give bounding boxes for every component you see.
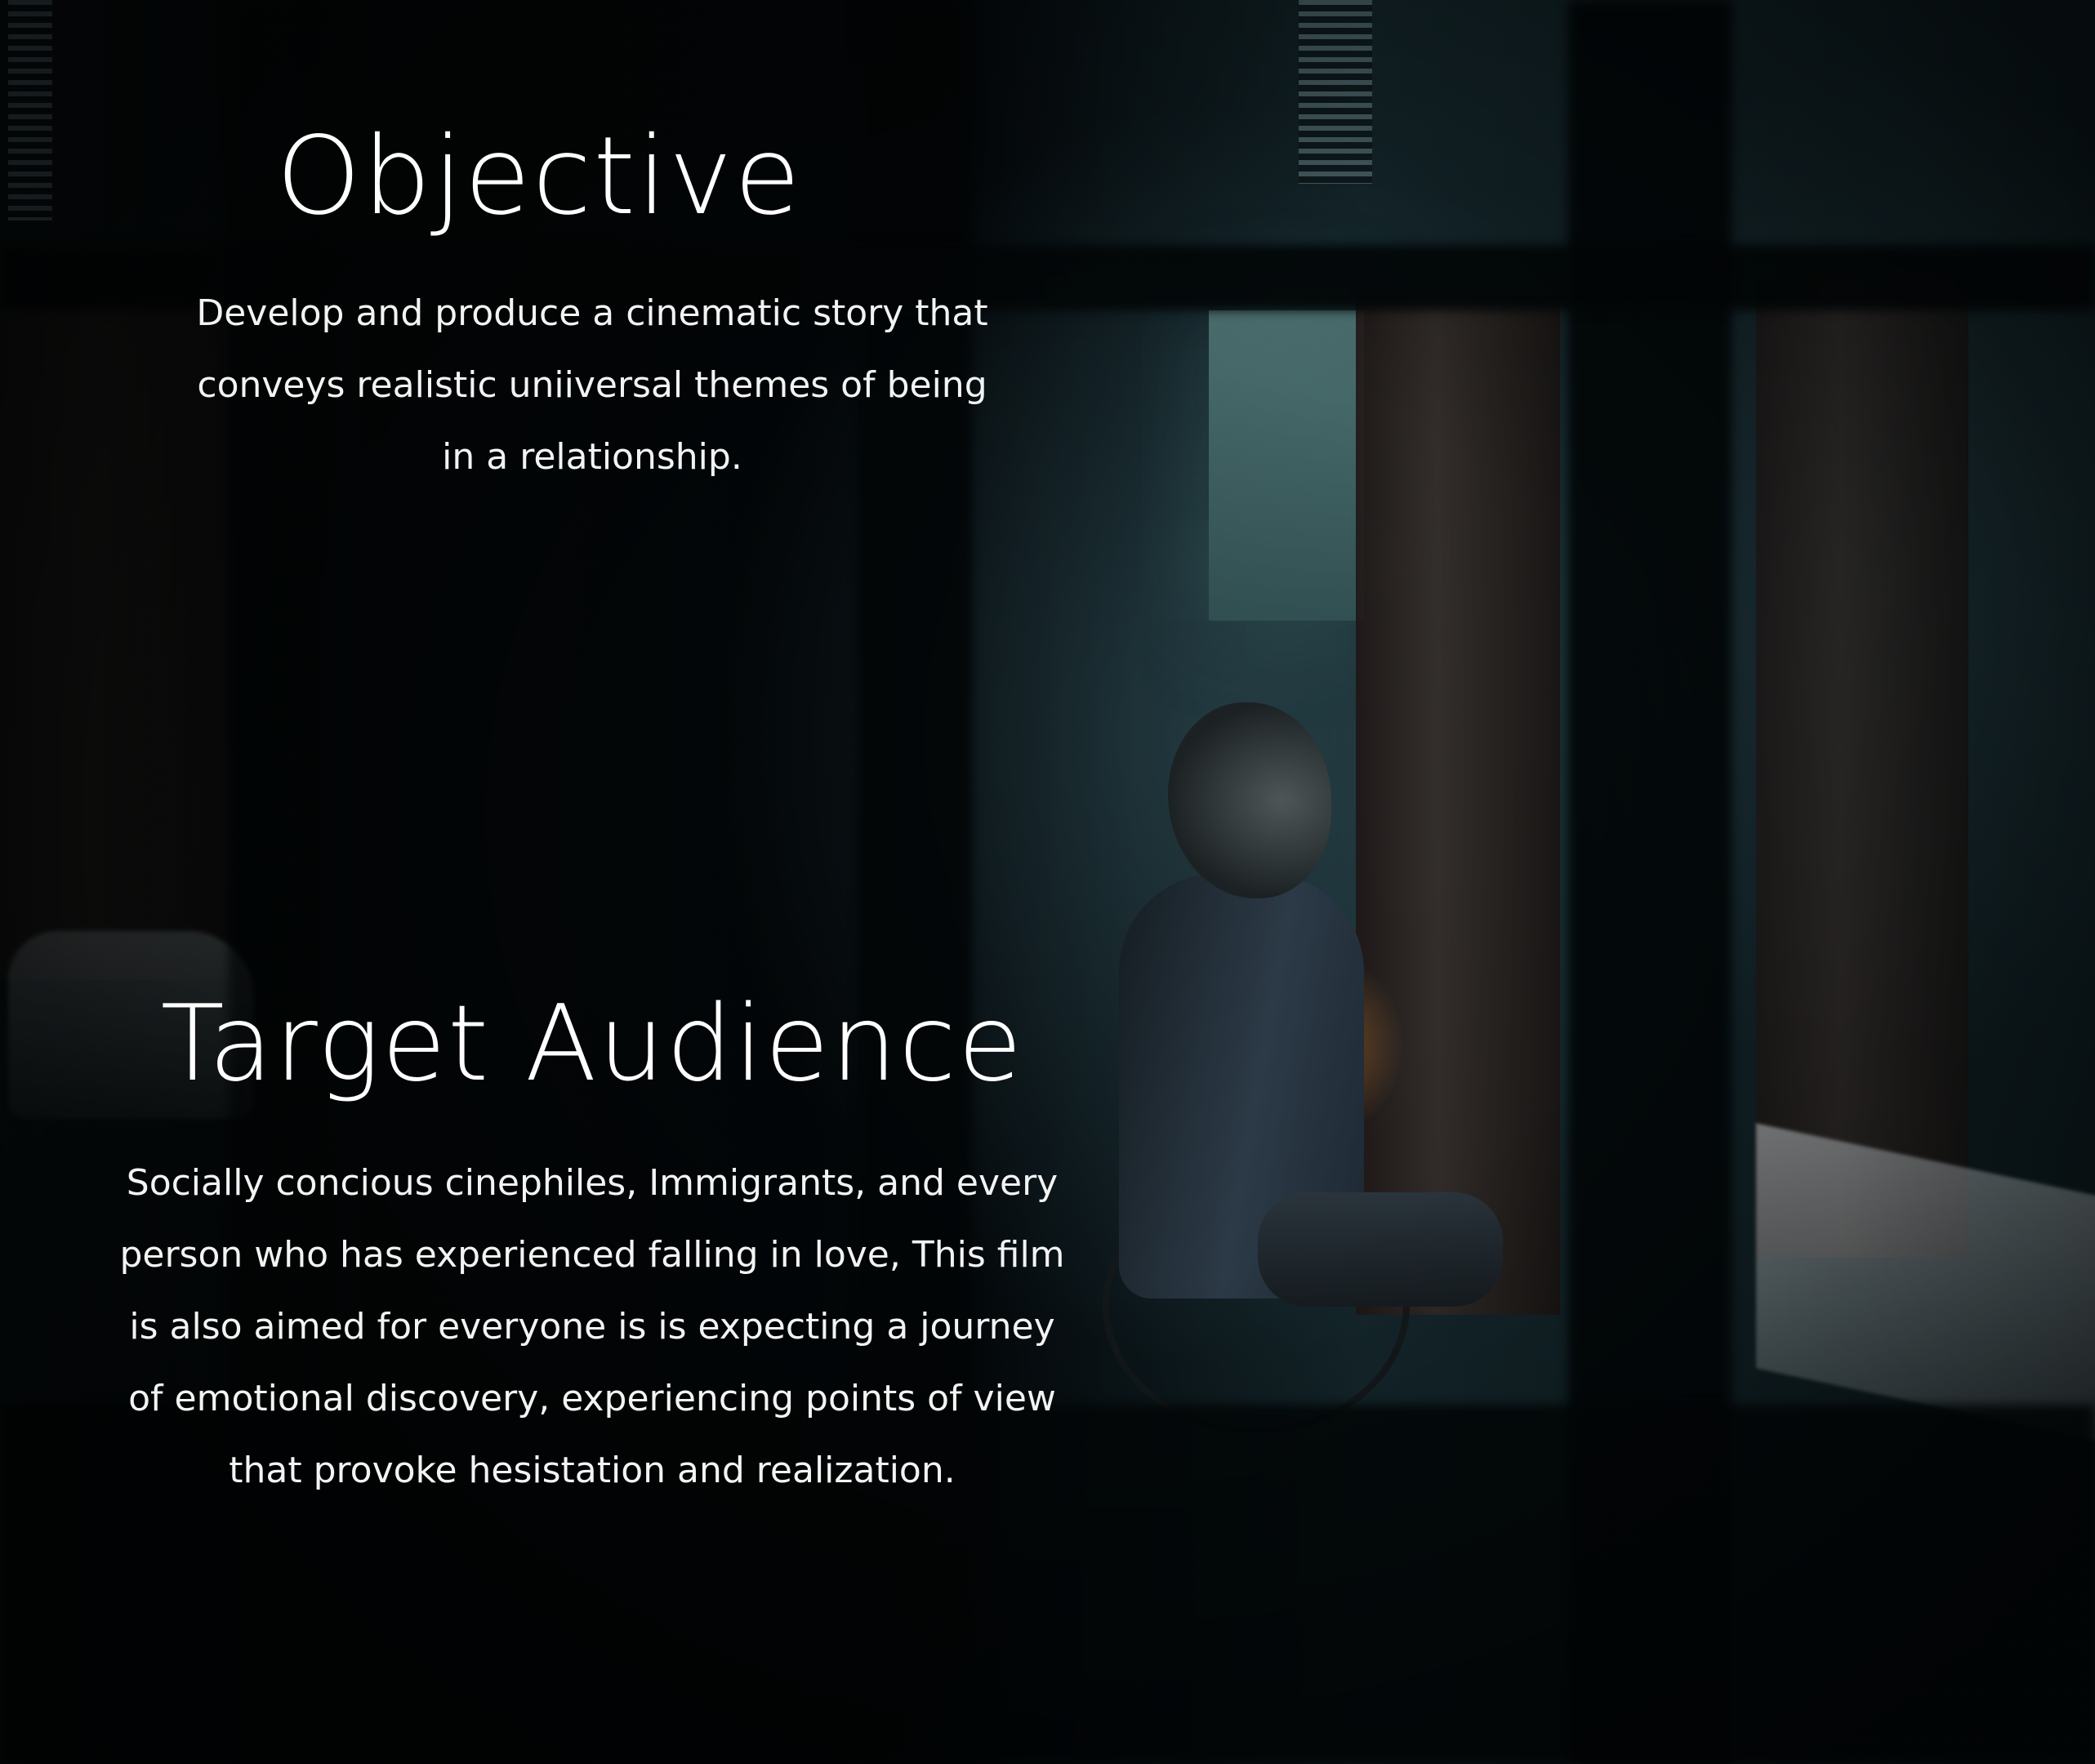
- audience-line-1: Socially concious cinephiles, Immigrants…: [126, 1162, 1059, 1204]
- objective-line-1: Develop and produce a cinematic story th…: [196, 292, 988, 334]
- objective-body: Develop and produce a cinematic story th…: [131, 278, 1054, 493]
- objective-line-3: in a relationship.: [442, 436, 742, 478]
- objective-line-2: conveys realistic uniiversal themes of b…: [197, 364, 987, 406]
- objective-heading: Objective: [276, 114, 802, 239]
- slide-page: Objective Develop and produce a cinemati…: [0, 0, 2095, 1764]
- audience-line-5: that provoke hesistation and realization…: [229, 1450, 956, 1491]
- objective-section: Objective Develop and produce a cinemati…: [131, 122, 1054, 493]
- target-audience-heading: Target Audience: [160, 983, 1024, 1105]
- audience-line-4: of emotional discovery, experiencing poi…: [128, 1378, 1056, 1419]
- audience-line-2: person who has experienced falling in lo…: [119, 1234, 1065, 1276]
- target-audience-body: Socially concious cinephiles, Immigrants…: [74, 1147, 1111, 1507]
- audience-line-3: is also aimed for everyone is is expecti…: [129, 1306, 1055, 1348]
- target-audience-section: Target Audience Socially concious cineph…: [74, 992, 1111, 1507]
